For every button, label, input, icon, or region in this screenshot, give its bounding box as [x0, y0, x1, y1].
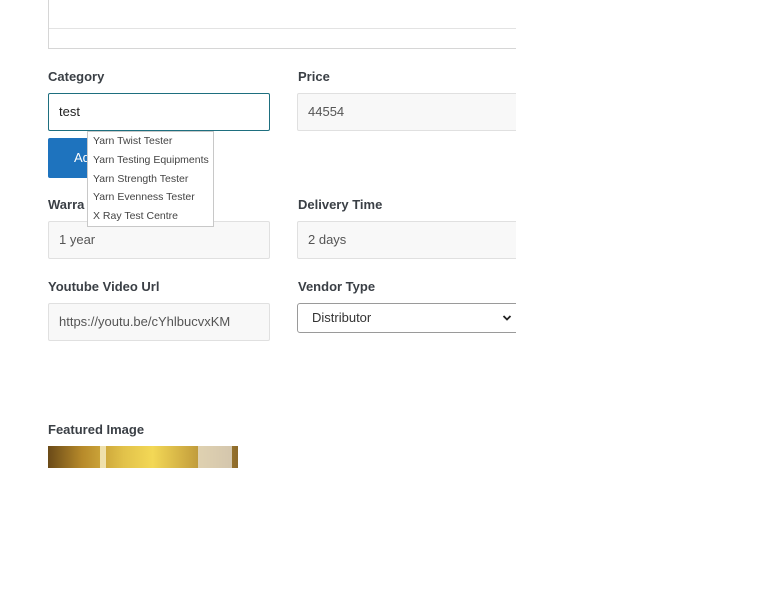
category-autocomplete-list: Yarn Twist Tester Yarn Testing Equipment…: [87, 131, 214, 227]
autocomplete-item[interactable]: Yarn Twist Tester: [88, 132, 213, 151]
price-input[interactable]: 44554: [297, 93, 516, 131]
price-label: Price: [298, 69, 330, 84]
featured-image-label: Featured Image: [48, 422, 145, 437]
vendor-type-select[interactable]: Distributor: [297, 303, 516, 333]
vendor-type-label: Vendor Type: [298, 279, 376, 294]
warranty-label: Warra: [48, 197, 85, 212]
autocomplete-item[interactable]: Yarn Strength Tester: [88, 170, 213, 189]
delivery-time-label: Delivery Time: [298, 197, 383, 212]
image-detail: [100, 446, 106, 468]
description-editor[interactable]: [48, 0, 516, 49]
youtube-url-input[interactable]: https://youtu.be/cYhlbucvxKM: [48, 303, 270, 341]
editor-divider: [49, 28, 516, 29]
chevron-down-icon: [502, 315, 512, 321]
autocomplete-item[interactable]: X Ray Test Centre: [88, 207, 213, 226]
autocomplete-item[interactable]: Yarn Testing Equipments: [88, 151, 213, 170]
image-detail: [198, 446, 232, 468]
category-label: Category: [48, 69, 105, 84]
featured-image-preview[interactable]: [48, 446, 238, 468]
youtube-url-label: Youtube Video Url: [48, 279, 160, 294]
autocomplete-item[interactable]: Yarn Evenness Tester: [88, 188, 213, 207]
vendor-type-selected: Distributor: [312, 310, 372, 325]
delivery-time-input[interactable]: 2 days: [297, 221, 516, 259]
product-form: Category test Price 44554 Ad Warra 1 yea…: [0, 0, 516, 614]
category-input[interactable]: test: [48, 93, 270, 131]
